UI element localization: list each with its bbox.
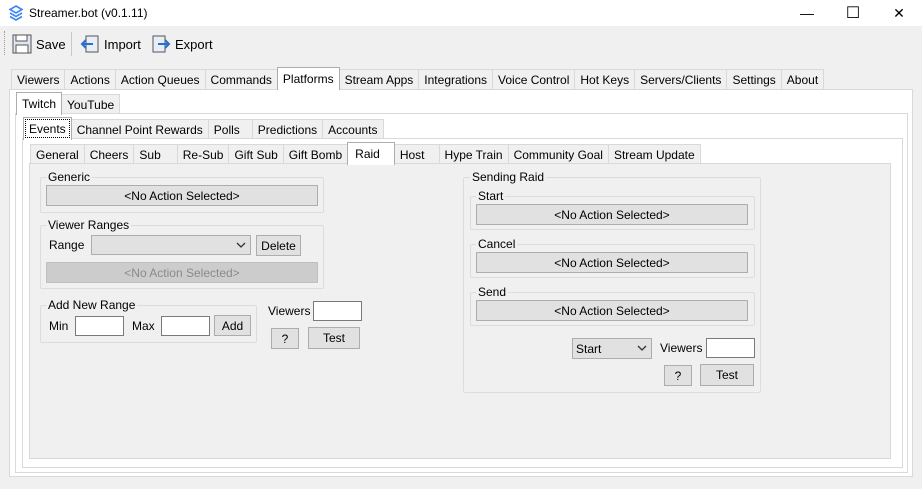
cancel-group-label: Cancel xyxy=(476,237,518,251)
twitch-tabs: Events Channel Point Rewards Polls Predi… xyxy=(23,117,384,140)
tab-cheers[interactable]: Cheers xyxy=(83,144,135,164)
tab-re-sub[interactable]: Re-Sub xyxy=(176,144,230,164)
tab-commands[interactable]: Commands xyxy=(204,69,278,89)
tab-about[interactable]: About xyxy=(780,69,825,89)
max-label: Max xyxy=(132,319,155,333)
tab-accounts[interactable]: Accounts xyxy=(322,119,384,139)
window-title: Streamer.bot (v0.1.11) xyxy=(29,6,148,20)
tab-events[interactable]: Events xyxy=(23,117,72,140)
main-tabs: Viewers Actions Action Queues Commands P… xyxy=(11,67,825,90)
add-button[interactable]: Add xyxy=(214,315,251,336)
import-icon xyxy=(80,35,99,53)
raid-type-select[interactable]: Start xyxy=(572,338,652,359)
tab-hype-train[interactable]: Hype Train xyxy=(438,144,509,164)
raid-test-button[interactable]: Test xyxy=(700,364,754,386)
import-button[interactable]: Import xyxy=(80,30,141,58)
send-group-label: Send xyxy=(476,285,509,299)
tab-voice-control[interactable]: Voice Control xyxy=(492,69,576,89)
chevron-down-icon xyxy=(637,345,647,351)
min-label: Min xyxy=(49,319,69,333)
streamerbot-logo-icon xyxy=(9,5,23,21)
viewer-ranges-label: Viewer Ranges xyxy=(46,218,132,232)
add-new-range-label: Add New Range xyxy=(46,298,138,312)
maximize-button[interactable]: ☐ xyxy=(830,0,876,26)
raid-viewers-label: Viewers xyxy=(660,341,703,355)
import-label: Import xyxy=(104,36,141,52)
toolbar-grip xyxy=(4,31,6,55)
tab-community-goal[interactable]: Community Goal xyxy=(507,144,609,164)
generic-group-label: Generic xyxy=(46,170,93,184)
minimize-button[interactable]: — xyxy=(784,0,830,26)
start-group-label: Start xyxy=(476,189,506,203)
export-label: Export xyxy=(175,36,213,52)
raid-type-select-value: Start xyxy=(576,341,602,356)
max-input[interactable] xyxy=(161,316,210,336)
generic-action-button[interactable]: <No Action Selected> xyxy=(46,185,318,206)
tab-twitch[interactable]: Twitch xyxy=(16,92,63,115)
platform-tabs: Twitch YouTube xyxy=(16,92,121,115)
tab-channel-point-rewards[interactable]: Channel Point Rewards xyxy=(70,119,209,139)
tab-youtube[interactable]: YouTube xyxy=(61,94,121,114)
cancel-action-button[interactable]: <No Action Selected> xyxy=(476,252,748,273)
tab-gift-bomb[interactable]: Gift Bomb xyxy=(282,144,349,164)
save-button[interactable]: Save xyxy=(12,30,66,58)
chevron-down-icon xyxy=(236,242,246,248)
tab-integrations[interactable]: Integrations xyxy=(418,69,494,89)
start-action-button[interactable]: <No Action Selected> xyxy=(476,204,748,225)
tab-predictions[interactable]: Predictions xyxy=(251,119,324,139)
floppy-disk-icon xyxy=(12,34,32,54)
tab-raid[interactable]: Raid xyxy=(347,142,395,165)
tab-platforms[interactable]: Platforms xyxy=(276,67,340,90)
export-button[interactable]: Export xyxy=(151,30,213,58)
tab-host[interactable]: Host xyxy=(393,144,440,164)
event-tabs: General Cheers Sub Re-Sub Gift Sub Gift … xyxy=(30,142,701,165)
minimize-icon: — xyxy=(800,5,814,21)
raid-viewers-input[interactable] xyxy=(706,338,755,358)
tab-sub[interactable]: Sub xyxy=(133,144,178,164)
sending-raid-label: Sending Raid xyxy=(470,170,547,184)
tab-gift-sub[interactable]: Gift Sub xyxy=(228,144,284,164)
save-label: Save xyxy=(36,36,66,52)
viewers-label: Viewers xyxy=(268,304,311,318)
close-icon: ✕ xyxy=(893,4,905,21)
tab-actions[interactable]: Actions xyxy=(64,69,116,89)
tab-servers-clients[interactable]: Servers/Clients xyxy=(634,69,728,89)
tab-general[interactable]: General xyxy=(30,144,85,164)
export-icon xyxy=(152,35,171,53)
tab-polls[interactable]: Polls xyxy=(207,119,253,139)
range-label: Range xyxy=(49,238,85,252)
raid-help-button[interactable]: ? xyxy=(664,365,692,386)
help-button[interactable]: ? xyxy=(271,328,299,349)
delete-button[interactable]: Delete xyxy=(256,235,301,256)
tab-stream-update[interactable]: Stream Update xyxy=(607,144,701,164)
maximize-icon: ☐ xyxy=(845,5,861,22)
tab-settings[interactable]: Settings xyxy=(726,69,782,89)
tab-hot-keys[interactable]: Hot Keys xyxy=(574,69,636,89)
range-action-button: <No Action Selected> xyxy=(46,262,318,283)
range-select[interactable] xyxy=(91,235,251,255)
tab-action-queues[interactable]: Action Queues xyxy=(114,69,206,89)
send-action-button[interactable]: <No Action Selected> xyxy=(476,300,748,321)
min-input[interactable] xyxy=(75,316,124,336)
toolbar-separator xyxy=(71,32,72,56)
test-button[interactable]: Test xyxy=(308,327,360,349)
tab-stream-apps[interactable]: Stream Apps xyxy=(338,69,420,89)
close-button[interactable]: ✕ xyxy=(876,0,922,26)
tab-viewers[interactable]: Viewers xyxy=(11,69,66,89)
viewers-input[interactable] xyxy=(313,301,362,321)
